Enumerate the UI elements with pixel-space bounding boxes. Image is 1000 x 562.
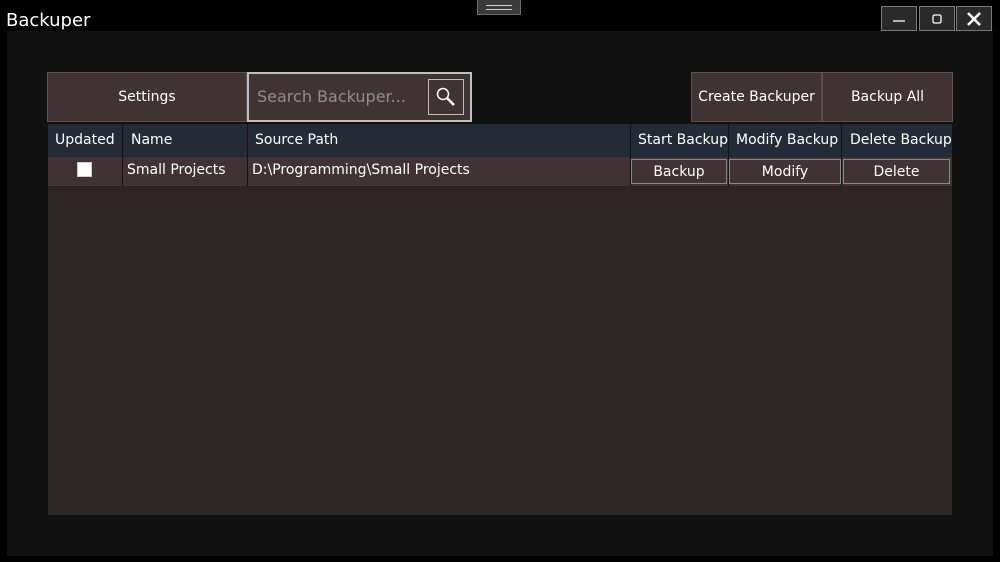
minimize-button[interactable] <box>881 6 917 31</box>
drag-grip-handle[interactable] <box>477 0 521 15</box>
window-title: Backuper <box>6 10 91 31</box>
backup-all-button[interactable]: Backup All <box>822 72 953 122</box>
column-divider <box>630 124 631 186</box>
column-header-updated[interactable]: Updated <box>48 124 122 156</box>
minimize-icon <box>893 19 905 22</box>
updated-checkbox[interactable] <box>77 162 92 177</box>
column-divider <box>122 124 123 186</box>
column-header-delete-backup[interactable]: Delete Backup <box>842 124 952 156</box>
maximize-icon <box>932 13 942 24</box>
table-row[interactable]: Small Projects D:\Programming\Small Proj… <box>48 157 952 186</box>
source-path-cell: D:\Programming\Small Projects <box>252 162 470 178</box>
backup-button[interactable]: Backup <box>631 159 727 184</box>
modify-button[interactable]: Modify <box>729 159 841 184</box>
maximize-button[interactable] <box>919 6 955 31</box>
settings-button[interactable]: Settings <box>47 72 247 122</box>
updated-cell <box>48 157 122 186</box>
search-icon <box>436 87 455 106</box>
column-divider <box>841 124 842 186</box>
column-header-start-backup[interactable]: Start Backup <box>631 124 728 156</box>
column-header-source-path[interactable]: Source Path <box>248 124 630 156</box>
create-backuper-button[interactable]: Create Backuper <box>691 72 822 122</box>
column-header-modify-backup[interactable]: Modify Backup <box>729 124 841 156</box>
search-box: Search Backuper... <box>247 72 472 122</box>
close-icon <box>967 11 981 26</box>
name-cell: Small Projects <box>127 162 226 178</box>
column-divider <box>247 124 248 186</box>
backuper-table: Updated Name Source Path Start Backup Mo… <box>48 124 952 515</box>
search-input[interactable]: Search Backuper... <box>257 87 406 106</box>
delete-button[interactable]: Delete <box>843 159 950 184</box>
column-divider <box>728 124 729 186</box>
close-button[interactable] <box>956 6 992 31</box>
search-button[interactable] <box>428 79 464 115</box>
column-header-name[interactable]: Name <box>123 124 247 156</box>
